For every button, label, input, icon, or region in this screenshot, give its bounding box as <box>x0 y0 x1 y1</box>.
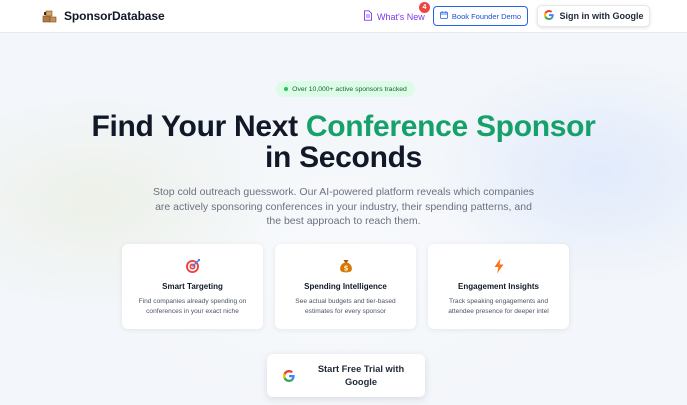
money-bag-icon: $ <box>275 258 416 274</box>
pill-label: Over 10,000+ active sponsors tracked <box>292 85 407 93</box>
book-demo-button[interactable]: Book Founder Demo <box>433 6 528 26</box>
feature-description: Find companies already spending on confe… <box>138 298 247 316</box>
document-icon <box>363 10 373 23</box>
boxes-stack-icon <box>42 8 58 24</box>
headline-part2: in Seconds <box>264 141 423 174</box>
status-dot-icon <box>284 87 289 91</box>
google-icon <box>543 10 554 22</box>
feature-title: Spending Intelligence <box>304 282 387 291</box>
svg-text:$: $ <box>343 265 348 273</box>
google-signin-label: Sign in with Google <box>559 11 644 21</box>
feature-title: Engagement Insights <box>458 282 539 291</box>
hero-headline: Find Your Next Conference Sponsor in Sec… <box>0 111 687 173</box>
brand-name: SponsorDatabase <box>64 9 165 23</box>
feature-description: Track speaking engagements and attendee … <box>448 298 549 316</box>
whats-new-link[interactable]: What's New 4 <box>363 2 430 23</box>
start-free-trial-label: Start Free Trial with Google <box>317 364 405 387</box>
feature-title: Smart Targeting <box>162 282 223 291</box>
headline-accent: Conference Sponsor <box>305 110 596 143</box>
book-demo-label: Book Founder Demo <box>451 11 522 21</box>
google-signin-button[interactable]: Sign in with Google <box>537 5 650 27</box>
feature-card-engagement-insights: Engagement Insights Track speaking engag… <box>428 244 569 329</box>
target-icon <box>122 258 263 274</box>
feature-card-smart-targeting: Smart Targeting Find companies already s… <box>122 244 263 329</box>
notification-badge: 4 <box>419 2 430 13</box>
hero-section: Over 10,000+ active sponsors tracked Fin… <box>0 0 687 405</box>
calendar-icon <box>439 11 448 21</box>
sponsor-count-pill: Over 10,000+ active sponsors tracked <box>276 81 415 97</box>
google-icon <box>283 369 295 387</box>
whats-new-label: What's New <box>377 11 425 22</box>
headline-part1: Find Your Next <box>91 110 306 143</box>
lightning-icon <box>428 258 569 274</box>
top-navbar: SponsorDatabase What's New 4 Book Founde… <box>0 0 687 33</box>
feature-description: See actual budgets and tier-based estima… <box>295 298 396 316</box>
brand[interactable]: SponsorDatabase <box>42 8 165 24</box>
start-free-trial-button[interactable]: Start Free Trial with Google <box>267 354 425 397</box>
hero-subtitle: Stop cold outreach guesswork. Our AI-pow… <box>152 186 535 227</box>
feature-card-spending-intelligence: $ Spending Intelligence See actual budge… <box>275 244 416 329</box>
